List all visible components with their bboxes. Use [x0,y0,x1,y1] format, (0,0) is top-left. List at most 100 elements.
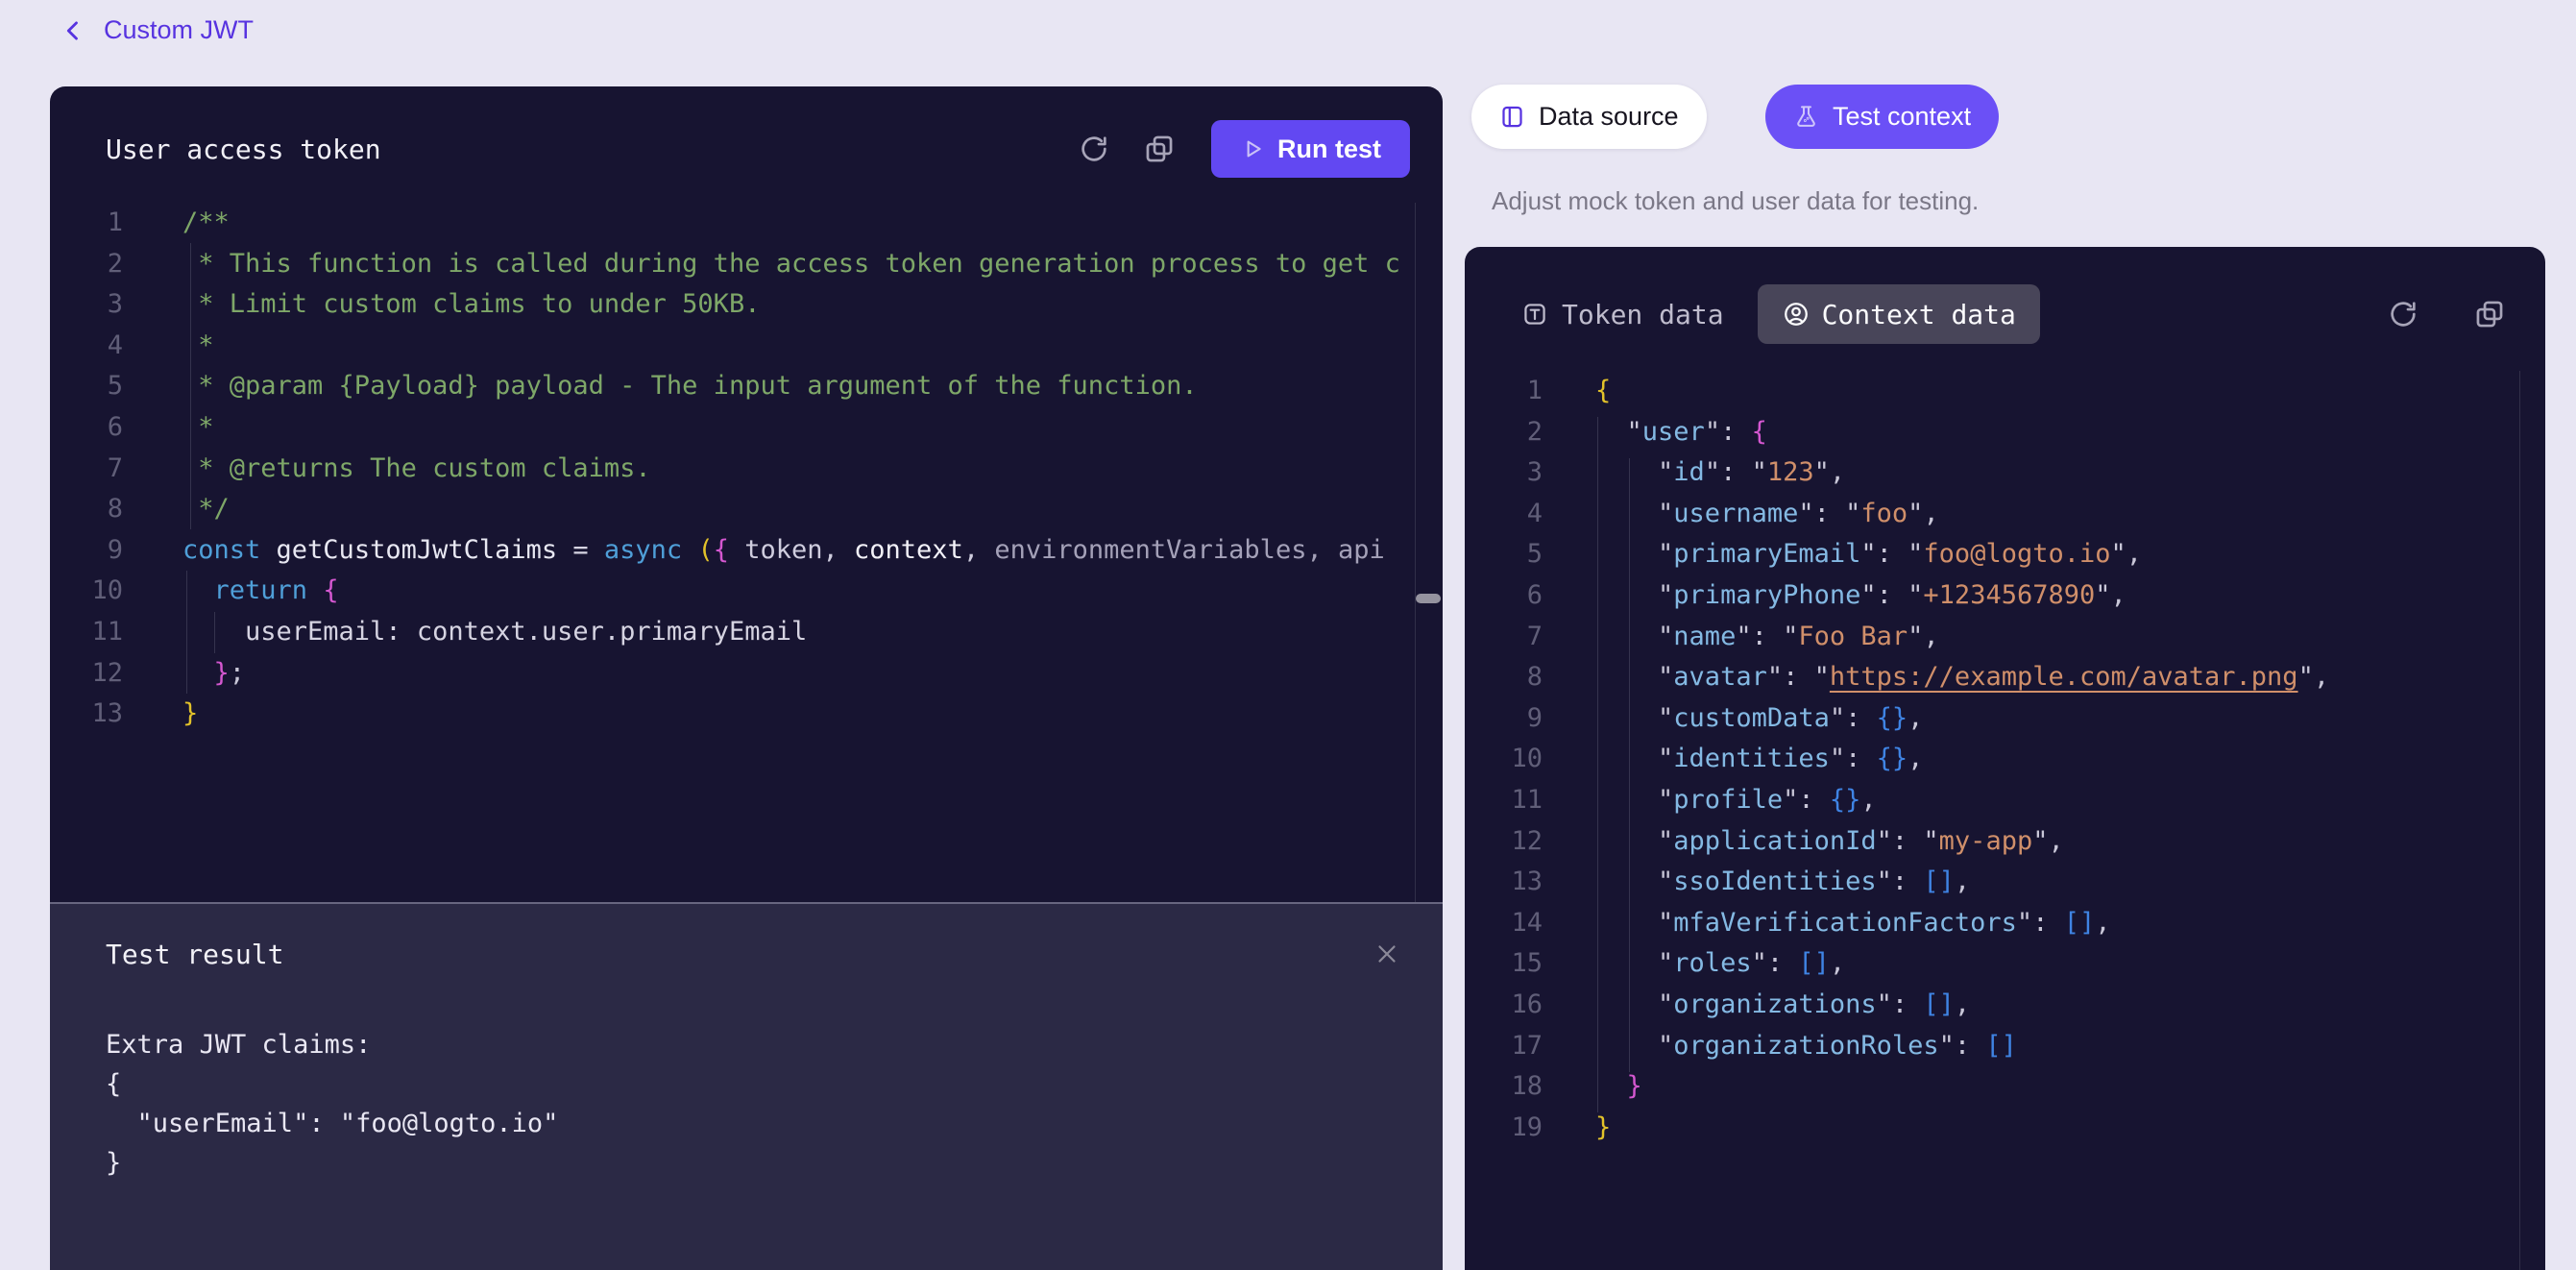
line-number: 19 [1465,1108,1543,1149]
refresh-icon [2387,298,2419,330]
reset-data-button[interactable] [2384,295,2422,333]
run-test-button[interactable]: Run test [1211,120,1410,178]
code-line: 9 "customData": {}, [1465,698,2519,740]
back-label[interactable]: Custom JWT [104,15,254,45]
jwt-code-editor[interactable]: 1/**2 * This function is called during t… [50,203,1415,902]
run-test-label: Run test [1277,134,1381,164]
line-number: 10 [50,571,123,612]
code-line: 7 * @returns The custom claims. [50,449,1415,490]
code-line: 5 * @param {Payload} payload - The input… [50,366,1415,407]
line-number: 14 [1465,903,1543,944]
user-circle-icon [1782,300,1810,329]
copy-icon [2473,298,2506,330]
editor-scrollbar-track [2519,371,2520,1270]
context-data-editor[interactable]: 1{2 "user": {3 "id": "123",4 "username":… [1465,371,2519,1270]
code-line: 18 } [1465,1066,2519,1108]
line-number: 18 [1465,1066,1543,1108]
code-line: 6 * [50,407,1415,449]
back-link[interactable]: Custom JWT [60,15,254,45]
editor-scrollbar-track [1415,203,1416,902]
code-line: 15 "roles": [], [1465,943,2519,985]
code-line: 13} [50,694,1415,735]
data-source-label: Data source [1539,102,1679,132]
line-number: 13 [1465,862,1543,903]
tab-context-data[interactable]: Context data [1758,284,2040,344]
line-number: 2 [1465,412,1543,453]
close-test-result-button[interactable] [1370,937,1404,971]
line-number: 16 [1465,985,1543,1026]
indent-guide [214,612,215,653]
line-number: 6 [50,407,123,449]
code-line: 14 "mfaVerificationFactors": [], [1465,903,2519,944]
test-result-title: Test result [106,939,1370,970]
line-number: 7 [50,449,123,490]
back-chevron-icon [60,17,86,44]
reset-code-button[interactable] [1075,130,1113,168]
line-number: 12 [50,653,123,695]
output-line: } [106,1143,1404,1183]
output-line: { [106,1064,1404,1104]
line-number: 8 [50,489,123,530]
code-line: 17 "organizationRoles": [] [1465,1026,2519,1067]
code-line: 1/** [50,203,1415,244]
indent-guide [1597,417,1598,1112]
custom-jwt-page: Custom JWT User access token Run test [0,0,2576,1270]
data-source-pill[interactable]: Data source [1471,85,1707,149]
tab-token-data-label: Token data [1562,299,1724,330]
code-line: 11 "profile": {}, [1465,780,2519,821]
tab-context-data-label: Context data [1822,299,2016,330]
line-number: 6 [1465,575,1543,617]
editor-scrollbar-thumb[interactable] [1416,594,1441,603]
line-number: 3 [50,284,123,326]
copy-data-button[interactable] [2470,295,2509,333]
test-context-label: Test context [1833,102,1971,132]
line-number: 11 [1465,780,1543,821]
jwt-editor-panel: User access token Run test [50,86,1443,1270]
code-line: 9const getCustomJwtClaims = async ({ tok… [50,530,1415,572]
line-number: 2 [50,244,123,285]
flask-icon [1793,104,1819,130]
test-result-output: Extra JWT claims:{ "userEmail": "foo@log… [106,1025,1404,1183]
code-line: 11 userEmail: context.user.primaryEmail [50,612,1415,653]
output-line: "userEmail": "foo@logto.io" [106,1104,1404,1143]
code-line: 4 * [50,326,1415,367]
test-result-panel: Test result Extra JWT claims:{ "userEmai… [50,902,1443,1270]
code-line: 19} [1465,1108,2519,1149]
editor-title: User access token [106,134,1075,165]
code-line: 1{ [1465,371,2519,412]
code-line: 6 "primaryPhone": "+1234567890", [1465,575,2519,617]
output-line: Extra JWT claims: [106,1025,1404,1064]
code-line: 16 "organizations": [], [1465,985,2519,1026]
line-number: 10 [1465,739,1543,780]
line-number: 7 [1465,617,1543,658]
book-icon [1499,104,1525,130]
code-line: 13 "ssoIdentities": [], [1465,862,2519,903]
code-line: 12 }; [50,653,1415,695]
indent-guide [1629,458,1630,1072]
code-line: 7 "name": "Foo Bar", [1465,617,2519,658]
code-line: 2 * This function is called during the a… [50,244,1415,285]
line-number: 4 [50,326,123,367]
copy-code-button[interactable] [1140,130,1179,168]
tab-token-data[interactable]: Token data [1521,299,1724,330]
play-icon [1240,136,1265,161]
line-number: 15 [1465,943,1543,985]
code-line: 10 "identities": {}, [1465,739,2519,780]
code-line: 8 */ [50,489,1415,530]
line-number: 5 [1465,534,1543,575]
editor-header: User access token Run test [50,86,1443,204]
copy-icon [1143,133,1176,165]
code-line: 3 * Limit custom claims to under 50KB. [50,284,1415,326]
token-icon [1521,301,1548,328]
code-line: 8 "avatar": "https://example.com/avatar.… [1465,657,2519,698]
line-number: 11 [50,612,123,653]
line-number: 17 [1465,1026,1543,1067]
test-context-pill[interactable]: Test context [1765,85,1999,149]
line-number: 4 [1465,494,1543,535]
indent-guide [190,243,191,529]
line-number: 12 [1465,821,1543,863]
testing-description: Adjust mock token and user data for test… [1492,186,1979,216]
line-number: 8 [1465,657,1543,698]
line-number: 1 [1465,371,1543,412]
test-data-panel: Token data Context data [1465,247,2545,1270]
